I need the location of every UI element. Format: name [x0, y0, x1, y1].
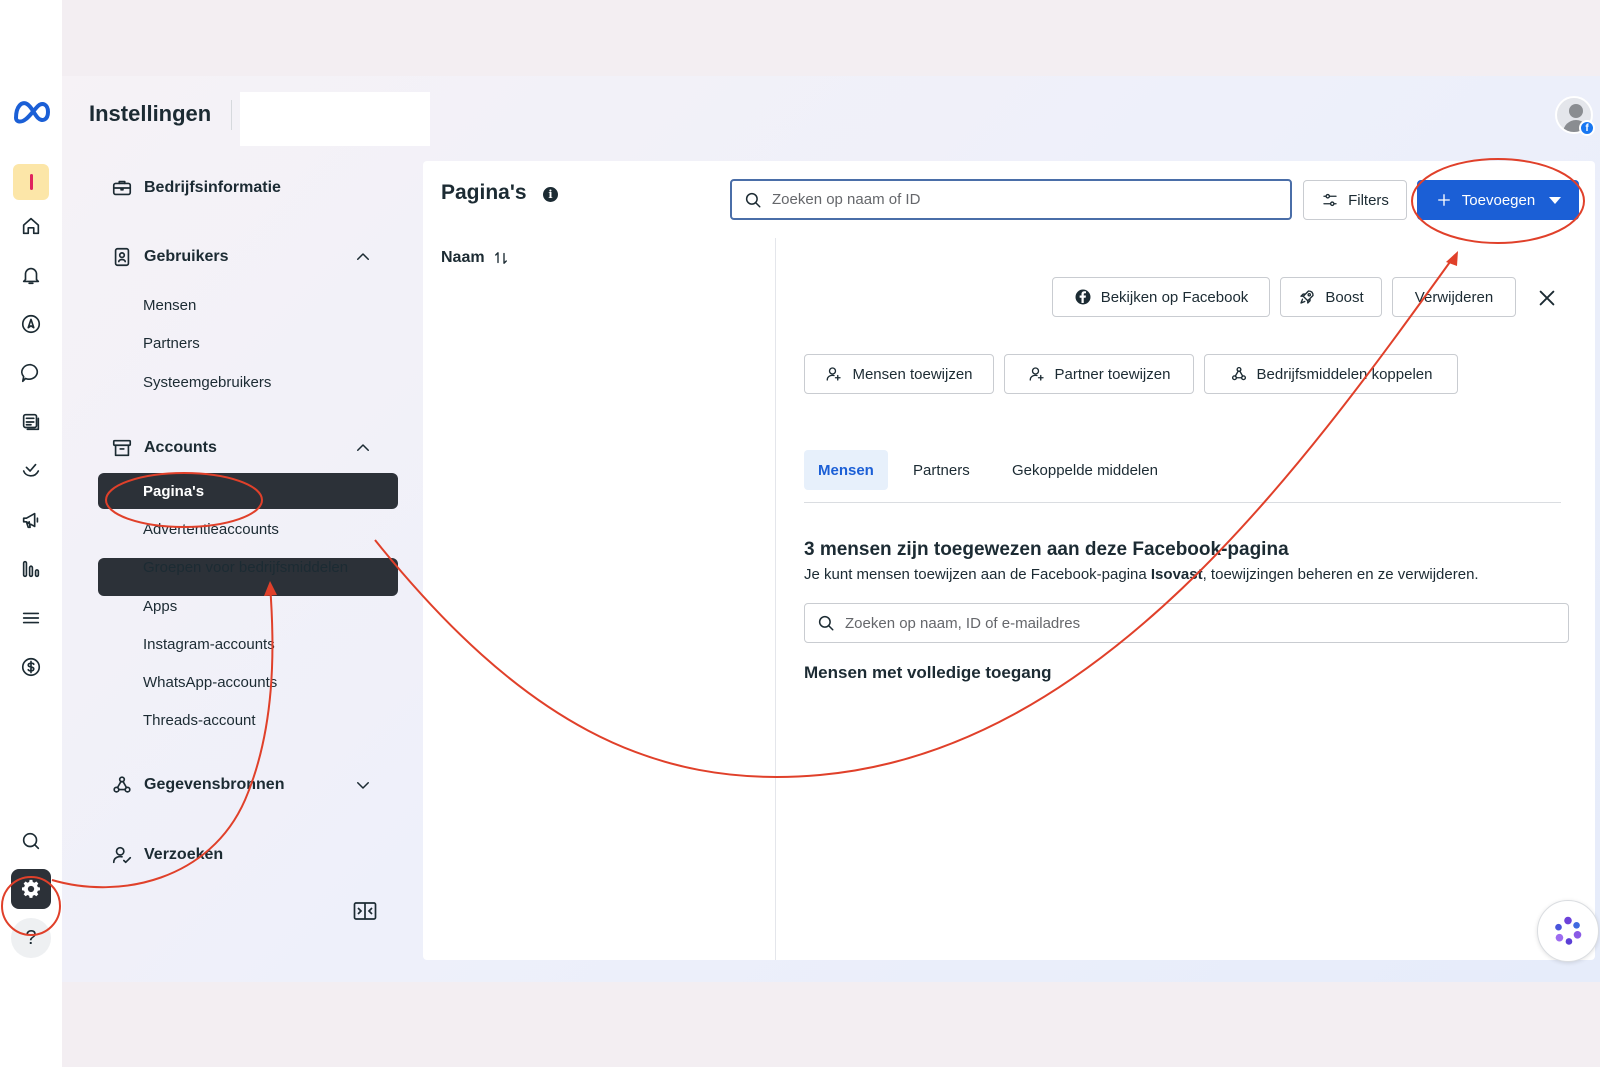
sidebar-item-company-info[interactable]: Bedrijfsinformatie	[98, 169, 398, 207]
sidebar-item-system-users[interactable]: Systeemgebruikers	[98, 363, 398, 401]
sidebar-item-requests[interactable]: Verzoeken	[98, 836, 398, 874]
assistant-icon[interactable]	[1537, 900, 1599, 962]
collapse-sidebar-icon[interactable]	[353, 901, 377, 921]
tab-partners[interactable]: Partners	[899, 450, 984, 490]
nav-rail: ?	[0, 76, 62, 982]
compass-icon[interactable]	[11, 304, 51, 344]
sidebar-item-label: Accounts	[144, 439, 217, 456]
help-icon[interactable]: ?	[11, 918, 51, 958]
assignment-heading: 3 mensen zijn toegewezen aan deze Facebo…	[804, 539, 1289, 560]
content-icon[interactable]	[11, 402, 51, 442]
people-search-field[interactable]	[804, 603, 1569, 643]
insights-icon[interactable]	[11, 549, 51, 589]
page-name: Isovast	[1150, 566, 1203, 583]
sidebar-item-people[interactable]: Mensen	[98, 286, 398, 324]
sidebar-item-partners[interactable]: Partners	[98, 324, 398, 362]
caret-down-icon	[1549, 196, 1562, 204]
search-icon	[818, 615, 834, 631]
add-button[interactable]: Toevoegen	[1417, 180, 1579, 220]
plus-icon	[1437, 194, 1450, 206]
bottom-strip	[0, 982, 62, 1067]
facebook-badge-icon: f	[1579, 120, 1595, 136]
sidebar-item-data-sources[interactable]: Gegevensbronnen	[98, 766, 398, 804]
search-input[interactable]	[772, 191, 1252, 208]
people-search-input[interactable]	[845, 614, 1525, 632]
sidebar-item-instagram-accounts[interactable]: Instagram-accounts	[98, 625, 398, 663]
full-access-section-title: Mensen met volledige toegang	[804, 663, 1052, 682]
sort-icon	[494, 252, 507, 264]
page-title: Instellingen	[89, 101, 212, 126]
sidebar-item-pages[interactable]: Pagina's	[98, 473, 398, 509]
sidebar-item-asset-groups[interactable]: Groepen voor bedrijfsmiddelen	[98, 548, 398, 586]
facebook-icon	[1075, 289, 1091, 305]
gear-icon[interactable]	[11, 869, 51, 909]
chevron-down-icon[interactable]	[354, 776, 372, 794]
chat-icon[interactable]	[11, 353, 51, 393]
assign-partner-button[interactable]: Partner toewijzen	[1004, 354, 1194, 394]
user-plus-icon	[827, 367, 842, 381]
remove-button[interactable]: Verwijderen	[1392, 277, 1516, 317]
assign-people-button[interactable]: Mensen toewijzen	[804, 354, 994, 394]
meta-logo[interactable]	[10, 96, 54, 126]
user-badge-icon	[110, 245, 134, 269]
pages-panel: Pagina's i Filters Toevoegen Naam Bekijk…	[423, 161, 1595, 960]
sidebar-item-label: Gegevensbronnen	[144, 776, 285, 793]
sidebar-item-label: Verzoeken	[144, 846, 224, 863]
user-check-icon	[110, 843, 134, 867]
tab-linked-assets[interactable]: Gekoppelde middelen	[998, 450, 1172, 490]
megaphone-icon[interactable]	[11, 500, 51, 540]
assets-icon	[1231, 366, 1246, 381]
sliders-icon	[1323, 193, 1337, 207]
dollar-icon[interactable]	[11, 647, 51, 687]
menu-icon[interactable]	[11, 598, 51, 638]
sidebar-item-ad-accounts[interactable]: Advertentieaccounts	[98, 510, 398, 548]
home-icon[interactable]	[11, 206, 51, 246]
business-selector[interactable]	[240, 92, 430, 146]
data-sources-icon	[110, 773, 134, 797]
search-icon	[745, 192, 761, 207]
name-column-header[interactable]: Naam	[441, 249, 510, 267]
boost-button[interactable]: Boost	[1280, 277, 1382, 317]
archive-icon	[110, 436, 134, 460]
assignment-description: Je kunt mensen toewijzen aan de Facebook…	[804, 566, 1479, 583]
chevron-up-icon[interactable]	[354, 248, 372, 266]
header-divider	[231, 100, 232, 130]
sidebar-item-threads-account[interactable]: Threads-account	[98, 701, 398, 739]
filters-button[interactable]: Filters	[1303, 180, 1407, 220]
top-strip	[0, 0, 62, 76]
sidebar-item-label: Bedrijfsinformatie	[144, 179, 281, 196]
user-plus-icon	[1029, 367, 1044, 381]
sidebar-item-users[interactable]: Gebruikers	[98, 238, 398, 276]
rocket-icon	[1300, 290, 1314, 304]
sidebar-item-whatsapp-accounts[interactable]: WhatsApp-accounts	[98, 663, 398, 701]
search-field[interactable]	[730, 179, 1292, 220]
bell-icon[interactable]	[11, 255, 51, 295]
column-divider	[775, 238, 776, 960]
sidebar-item-accounts[interactable]: Accounts	[98, 429, 398, 467]
link-assets-button[interactable]: Bedrijfsmiddelen koppelen	[1204, 354, 1458, 394]
tab-people[interactable]: Mensen	[804, 450, 888, 490]
tab-underline	[804, 502, 1561, 503]
panel-title: Pagina's	[441, 181, 527, 204]
sidebar-item-label: Gebruikers	[144, 248, 229, 265]
info-icon[interactable]: i	[543, 187, 558, 202]
engagement-icon[interactable]	[11, 451, 51, 491]
app-window: ? Instellingen f Bedrijfsinformatie Gebr…	[0, 76, 1600, 982]
notice-icon[interactable]	[13, 164, 49, 200]
briefcase-icon	[110, 176, 134, 200]
sidebar-item-apps[interactable]: Apps	[98, 587, 398, 625]
close-icon[interactable]	[1536, 287, 1558, 309]
view-on-facebook-button[interactable]: Bekijken op Facebook	[1052, 277, 1270, 317]
chevron-up-icon[interactable]	[354, 439, 372, 457]
search-icon[interactable]	[11, 821, 51, 861]
